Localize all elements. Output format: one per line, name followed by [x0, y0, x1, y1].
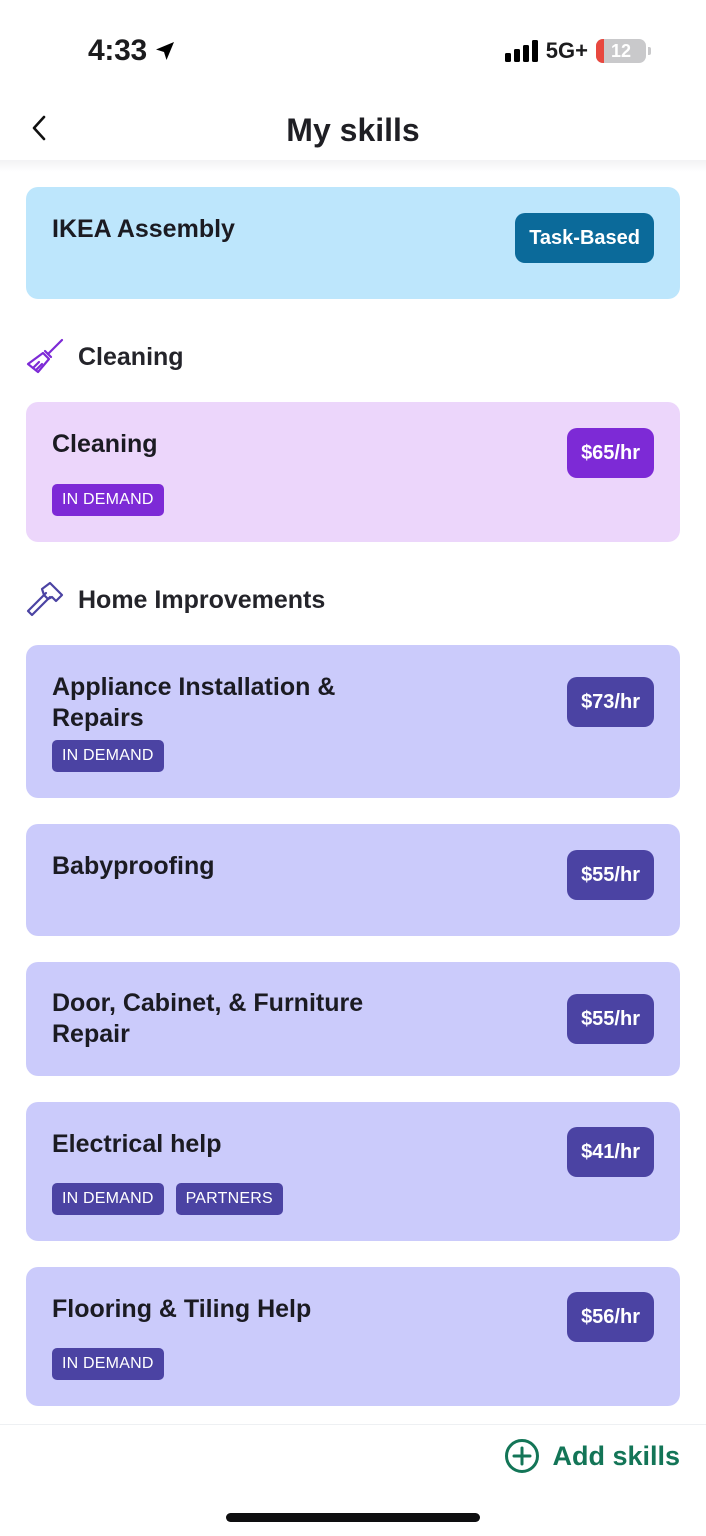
- status-bar: 4:33 5G+ 12: [0, 0, 706, 100]
- rate-badge: $65/hr: [567, 428, 654, 478]
- skill-card-flooring-tiling-help[interactable]: Flooring & Tiling Help $56/hr IN DEMAND: [26, 1267, 680, 1406]
- status-indicators: 5G+ 12: [504, 38, 651, 64]
- nav-header: My skills: [0, 100, 706, 162]
- tag-list: IN DEMAND PARTNERS: [52, 1183, 283, 1215]
- skill-title: Babyproofing: [52, 852, 215, 880]
- broom-icon: [26, 338, 64, 374]
- header-divider: [0, 160, 706, 172]
- hammer-icon: [26, 581, 64, 617]
- tag-list: IN DEMAND: [52, 1348, 164, 1380]
- tag-list: IN DEMAND: [52, 484, 164, 516]
- partners-tag: PARTNERS: [175, 1183, 283, 1215]
- in-demand-tag: IN DEMAND: [52, 1348, 164, 1380]
- network-type: 5G+: [545, 38, 588, 63]
- task-based-badge: Task-Based: [515, 213, 654, 263]
- in-demand-tag: IN DEMAND: [52, 1183, 164, 1215]
- rate-badge: $56/hr: [567, 1292, 654, 1342]
- section-title: Cleaning: [78, 342, 184, 371]
- skill-title: Electrical help: [52, 1130, 222, 1158]
- section-title: Home Improvements: [78, 585, 326, 614]
- skill-title: Door, Cabinet, & Furniture Repair: [52, 989, 364, 1048]
- rate-badge: $55/hr: [567, 994, 654, 1044]
- skill-card-cleaning[interactable]: Cleaning $65/hr IN DEMAND: [26, 402, 680, 542]
- skill-card-ikea-assembly[interactable]: IKEA Assembly Task-Based: [26, 187, 680, 299]
- battery-level: 12: [610, 40, 632, 61]
- section-header-cleaning: Cleaning: [24, 336, 184, 378]
- skill-card-babyproofing[interactable]: Babyproofing $55/hr: [26, 824, 680, 936]
- skill-title: Appliance Installation & Repairs: [52, 673, 336, 732]
- status-time: 4:33: [88, 34, 177, 68]
- add-skills-button[interactable]: Add skills: [504, 1438, 680, 1474]
- plus-circle-icon: [505, 1439, 540, 1473]
- cellular-signal-icon: [504, 40, 538, 62]
- page-title: My skills: [286, 112, 420, 148]
- time-text: 4:33: [88, 34, 147, 67]
- in-demand-tag: IN DEMAND: [52, 740, 164, 772]
- section-header-home-improvements: Home Improvements: [24, 579, 325, 621]
- skill-title: IKEA Assembly: [52, 215, 235, 243]
- rate-badge: $55/hr: [567, 850, 654, 900]
- skill-card-electrical-help[interactable]: Electrical help $41/hr IN DEMAND PARTNER…: [26, 1102, 680, 1241]
- rate-badge: $73/hr: [567, 677, 654, 727]
- in-demand-tag: IN DEMAND: [52, 484, 164, 516]
- skill-card-door-cabinet-furniture-repair[interactable]: Door, Cabinet, & Furniture Repair $55/hr: [26, 962, 680, 1076]
- skill-title: Flooring & Tiling Help: [52, 1295, 312, 1323]
- skill-card-appliance-installation[interactable]: Appliance Installation & Repairs $73/hr …: [26, 645, 680, 798]
- location-arrow-icon: [155, 42, 174, 60]
- rate-badge: $41/hr: [567, 1127, 654, 1177]
- home-indicator[interactable]: [226, 1513, 480, 1522]
- add-skills-label: Add skills: [552, 1440, 680, 1471]
- skill-title: Cleaning: [52, 430, 158, 458]
- tag-list: IN DEMAND: [52, 740, 164, 772]
- battery-icon: 12: [596, 39, 651, 63]
